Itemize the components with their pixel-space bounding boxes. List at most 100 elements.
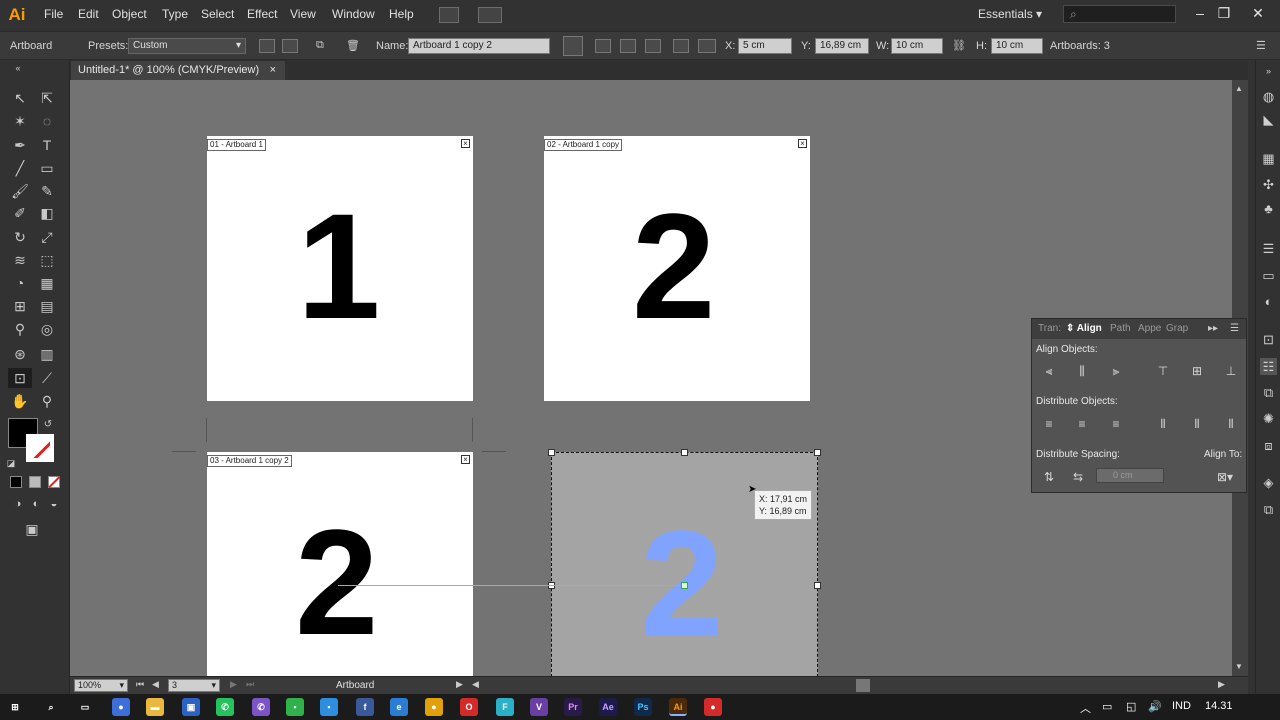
menu-help[interactable]: Help — [389, 7, 414, 21]
mesh-tool-icon[interactable]: ⊞ — [8, 296, 32, 316]
artboard-2-close-icon[interactable]: × — [798, 139, 807, 148]
center-point-handle[interactable] — [681, 582, 688, 589]
align-horizontal-center-icon[interactable]: ⫼ — [1073, 363, 1091, 379]
viber-app-icon[interactable]: ✆ — [252, 698, 270, 716]
pen-tool-icon[interactable]: ✒ — [8, 135, 32, 155]
horizontal-distribute-space-icon[interactable]: ⇆ — [1069, 469, 1087, 485]
none-mode-icon[interactable] — [48, 475, 61, 489]
eraser-tool-icon[interactable]: ◧ — [35, 203, 59, 223]
task-view-icon[interactable]: ▭ — [76, 698, 94, 716]
artboard-3-close-icon[interactable]: × — [461, 455, 470, 464]
blend-tool-icon[interactable]: ◎ — [35, 319, 59, 339]
menu-file[interactable]: File — [44, 7, 63, 21]
perspective-grid-tool-icon[interactable]: ▦ — [35, 273, 59, 293]
menu-window[interactable]: Window — [332, 7, 375, 21]
app-v-icon[interactable]: V — [530, 698, 548, 716]
warp-tool-icon[interactable]: ≋ — [8, 250, 32, 270]
volume-icon[interactable]: 🔊 — [1148, 700, 1162, 713]
more-tabs-icon[interactable]: ▸▸ — [1208, 323, 1218, 334]
distribute-right-icon[interactable]: ⫴ — [1222, 416, 1240, 432]
rotate-tool-icon[interactable]: ↻ — [8, 227, 32, 247]
stroke-color-swatch[interactable] — [26, 434, 54, 462]
distribute-horizontal-center-icon[interactable]: ⫴ — [1188, 416, 1206, 432]
type-tool-icon[interactable]: T — [35, 135, 59, 155]
whatsapp-app-icon[interactable]: ✆ — [216, 698, 234, 716]
transform-icon[interactable]: ⊡ — [1260, 331, 1277, 348]
artboard-3[interactable]: 2 — [207, 452, 473, 676]
folder-app-icon[interactable]: ▬ — [146, 698, 164, 716]
collapse-panel-icon[interactable]: « — [6, 58, 30, 78]
premiere-app-icon[interactable]: Pr — [564, 698, 582, 716]
distribute-left-icon[interactable]: ⫴ — [1154, 416, 1172, 432]
move-artwork-icon[interactable] — [595, 39, 611, 53]
screen-mode-icon[interactable]: ▣ — [20, 519, 44, 539]
gradient-mode-icon[interactable] — [29, 476, 41, 488]
gradient-icon[interactable]: ▭ — [1260, 267, 1277, 284]
resize-handle[interactable] — [814, 582, 821, 589]
help-search-input[interactable]: ⌕ — [1063, 5, 1176, 23]
gradient-tool-icon[interactable]: ▤ — [35, 296, 59, 316]
color-mode-icon[interactable] — [10, 476, 22, 488]
link-proportions-icon[interactable]: ⛓ — [952, 39, 968, 53]
input-language[interactable]: IND — [1172, 700, 1191, 712]
menu-effect[interactable]: Effect — [247, 7, 277, 21]
arrange-documents-icon[interactable] — [478, 7, 502, 23]
eyedropper-tool-icon[interactable]: ⚲ — [8, 319, 32, 339]
selection-tool-icon[interactable]: ↖ — [8, 88, 32, 108]
artboard-1[interactable]: 1 — [207, 136, 473, 401]
resize-handle[interactable] — [681, 449, 688, 456]
distribute-top-icon[interactable]: ≡ — [1040, 416, 1058, 432]
menu-type[interactable]: Type — [162, 7, 188, 21]
show-cross-hairs-icon[interactable] — [645, 39, 661, 53]
control-bar-menu-icon[interactable]: ☰ — [1256, 39, 1272, 53]
scroll-up-icon[interactable]: ▲ — [1235, 84, 1243, 93]
power-icon[interactable]: ▭ — [1102, 700, 1112, 713]
first-artboard-icon[interactable]: ⏮ — [136, 679, 144, 690]
x-input[interactable]: 5 cm — [738, 38, 792, 54]
transparency-icon[interactable]: ◐ — [1260, 293, 1277, 310]
scroll-left-icon[interactable]: ◀ — [472, 679, 479, 690]
align-left-icon[interactable]: ⫷ — [1040, 363, 1058, 379]
color-guide-icon[interactable]: ◍ — [1260, 88, 1277, 105]
artboards-icon[interactable]: ⧉ — [1260, 501, 1277, 518]
direct-selection-tool-icon[interactable]: ⇱ — [35, 88, 59, 108]
appearance-icon[interactable]: ✺ — [1260, 410, 1277, 427]
facebook-app-icon[interactable]: f — [356, 698, 374, 716]
default-colors-icon[interactable]: ◪ — [4, 453, 18, 473]
scale-tool-icon[interactable]: ⤢ — [35, 227, 59, 247]
align-icon[interactable]: ☷ — [1260, 358, 1277, 375]
width-input[interactable]: 10 cm — [891, 38, 943, 54]
artboard-2-label[interactable]: 02 - Artboard 1 copy — [544, 139, 623, 151]
align-vertical-center-icon[interactable]: ⊞ — [1188, 363, 1206, 379]
align-top-icon[interactable]: ⊤ — [1154, 363, 1172, 379]
menu-view[interactable]: View — [290, 7, 316, 21]
document-tab[interactable]: Untitled-1* @ 100% (CMYK/Preview) × — [71, 61, 285, 80]
swap-fill-stroke-icon[interactable]: ↺ — [40, 415, 56, 435]
show-center-mark-icon[interactable] — [620, 39, 636, 53]
line-tool-icon[interactable]: ╱ — [8, 158, 32, 178]
scroll-down-icon[interactable]: ▼ — [1235, 662, 1243, 671]
artboard-1-close-icon[interactable]: × — [461, 139, 470, 148]
prev-artboard-icon[interactable]: ◀ — [152, 679, 159, 690]
blob-brush-tool-icon[interactable]: ✐ — [8, 203, 32, 223]
artboard-2[interactable]: 2 — [544, 136, 810, 401]
chrome-browser-icon[interactable]: ● — [425, 698, 443, 716]
portrait-icon[interactable] — [259, 39, 275, 53]
lasso-tool-icon[interactable]: ◌ — [35, 111, 59, 131]
resize-handle[interactable] — [814, 449, 821, 456]
distribute-spacing-input[interactable]: 0 cm — [1096, 468, 1164, 483]
shape-builder-tool-icon[interactable]: ◔ — [8, 273, 32, 293]
workspace-switcher[interactable]: Essentials ▾ — [978, 7, 1042, 21]
distribute-bottom-icon[interactable]: ≡ — [1107, 416, 1125, 432]
pathfinder-icon[interactable]: ⧉ — [1260, 384, 1277, 401]
chrome-app-icon[interactable]: ● — [112, 698, 130, 716]
slice-tool-icon[interactable]: ⟋ — [35, 368, 59, 388]
chat-app-icon[interactable]: ▪ — [286, 698, 304, 716]
menu-edit[interactable]: Edit — [78, 7, 99, 21]
system-clock[interactable]: 14.31 — [1205, 700, 1233, 712]
align-to-dropdown[interactable]: ⊠▾ — [1212, 469, 1238, 485]
vertical-distribute-space-icon[interactable]: ⇅ — [1040, 469, 1058, 485]
reference-grid-icon[interactable] — [698, 39, 716, 53]
network-icon[interactable]: ◱ — [1126, 700, 1136, 713]
swatches-icon[interactable]: ▦ — [1260, 150, 1277, 167]
